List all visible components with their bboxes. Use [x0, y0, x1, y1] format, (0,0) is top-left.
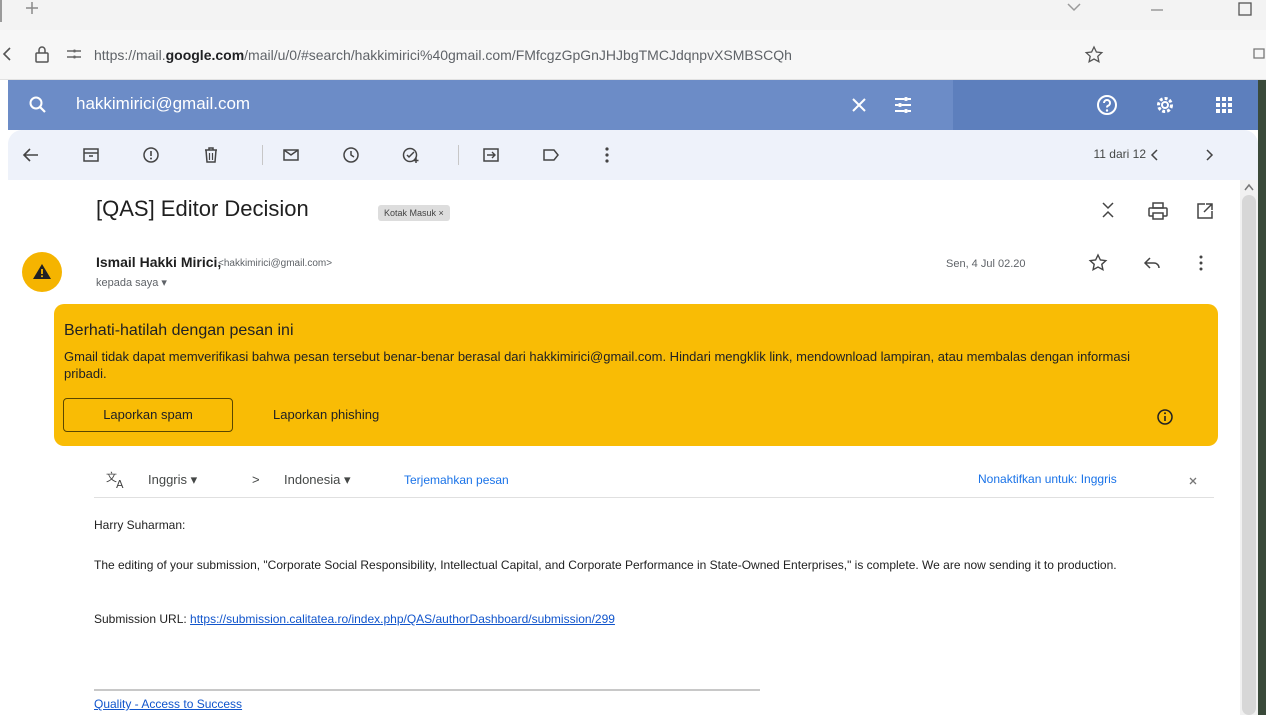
url-prefix: https://mail.	[94, 47, 166, 63]
message-more-icon[interactable]	[1196, 254, 1206, 272]
warning-triangle-icon	[32, 262, 52, 280]
maximize-icon[interactable]	[1238, 2, 1252, 16]
apps-grid-icon[interactable]	[1214, 95, 1234, 115]
inbox-label-chip[interactable]: Kotak Masuk ×	[378, 205, 450, 221]
filter-icon[interactable]	[892, 94, 914, 116]
url-field[interactable]: https://mail.google.com/mail/u/0/#search…	[94, 40, 1104, 70]
sender-name: Ismail Hakki Mirici,	[96, 254, 222, 270]
report-spam-icon[interactable]	[142, 146, 160, 164]
translate-arrow: >	[252, 472, 260, 487]
url-host: google.com	[165, 47, 245, 63]
translate-bar: 文A Inggris ▾ > Indonesia ▾ Terjemahkan p…	[94, 462, 1214, 498]
back-icon[interactable]	[0, 46, 14, 62]
delete-icon[interactable]	[202, 146, 220, 164]
clear-icon[interactable]	[850, 96, 868, 114]
add-task-icon[interactable]	[402, 146, 420, 164]
disable-translate-link[interactable]: Nonaktifkan untuk: Inggris	[978, 472, 1117, 486]
open-new-window-icon[interactable]	[1196, 202, 1214, 220]
window-edge	[1258, 80, 1266, 715]
sender-email: <hakkimirici@gmail.com>	[218, 258, 333, 269]
browser-tabstrip	[0, 0, 1266, 30]
extension-icon[interactable]	[1252, 45, 1266, 61]
back-arrow-icon[interactable]	[22, 146, 40, 164]
snooze-icon[interactable]	[342, 146, 360, 164]
email-subject: [QAS] Editor Decision	[96, 196, 309, 221]
message-count: 11 dari 12	[1093, 147, 1146, 161]
warning-text: Gmail tidak dapat memverifikasi bahwa pe…	[64, 349, 1130, 381]
report-spam-button[interactable]: Laporkan spam	[63, 398, 233, 432]
phishing-warning-banner: Berhati-hatilah dengan pesan ini Gmail t…	[54, 304, 1218, 446]
translate-message-link[interactable]: Terjemahkan pesan	[404, 473, 509, 487]
email-greeting: Harry Suharman:	[94, 518, 186, 532]
sender-avatar	[22, 252, 62, 292]
mark-unread-icon[interactable]	[282, 146, 300, 164]
submission-url-link[interactable]: https://submission.calitatea.ro/index.ph…	[190, 612, 615, 626]
prev-icon[interactable]	[1146, 146, 1164, 164]
label-icon[interactable]	[542, 146, 560, 164]
expand-all-icon[interactable]	[1100, 200, 1116, 220]
report-phishing-button[interactable]: Laporkan phishing	[273, 398, 379, 432]
svg-text:A: A	[116, 478, 124, 490]
scrollbar-thumb[interactable]	[1242, 195, 1256, 715]
archive-icon[interactable]	[82, 146, 100, 164]
email-paragraph: The editing of your submission, "Corpora…	[94, 558, 1117, 572]
close-translate-icon[interactable]	[1188, 476, 1198, 486]
message-toolbar: 11 dari 12	[8, 130, 1258, 180]
favorite-star-icon[interactable]	[1084, 45, 1104, 65]
info-icon[interactable]	[1156, 408, 1174, 426]
submission-url-label: Submission URL:	[94, 612, 187, 626]
address-bar: https://mail.google.com/mail/u/0/#search…	[0, 30, 1266, 80]
chevron-down-icon[interactable]	[1066, 2, 1082, 12]
plus-icon[interactable]	[24, 0, 40, 16]
email-date: Sen, 4 Jul 02.20	[946, 258, 1026, 270]
move-to-icon[interactable]	[482, 146, 500, 164]
star-icon[interactable]	[1088, 253, 1108, 273]
gmail-header: hakkimirici@gmail.com	[8, 80, 1258, 130]
search-input[interactable]: hakkimirici@gmail.com	[76, 94, 250, 114]
scroll-up-icon[interactable]	[1243, 182, 1255, 192]
translate-icon: 文A	[106, 470, 128, 490]
next-icon[interactable]	[1200, 146, 1218, 164]
signature-divider	[94, 689, 760, 691]
warning-title: Berhati-hatilah dengan pesan ini	[64, 322, 294, 339]
reply-icon[interactable]	[1142, 255, 1162, 271]
recipient-dropdown[interactable]: kepada saya ▾	[96, 276, 167, 289]
lock-icon[interactable]	[34, 45, 50, 63]
search-icon[interactable]	[28, 95, 48, 115]
journal-link[interactable]: Quality - Access to Success	[94, 697, 242, 711]
site-settings-icon[interactable]	[66, 48, 82, 60]
toolbar-divider	[458, 145, 459, 165]
help-icon[interactable]	[1096, 94, 1118, 116]
minimize-icon[interactable]	[1150, 8, 1164, 12]
submission-url-line: Submission URL: https://submission.calit…	[94, 611, 615, 627]
more-vert-icon[interactable]	[598, 146, 616, 164]
settings-icon[interactable]	[1154, 94, 1176, 116]
source-language-select[interactable]: Inggris ▾	[148, 472, 197, 488]
search-box[interactable]: hakkimirici@gmail.com	[8, 80, 953, 130]
target-language-select[interactable]: Indonesia ▾	[284, 472, 351, 488]
tab-divider	[0, 0, 2, 22]
url-path: /mail/u/0/#search/hakkimirici%40gmail.co…	[244, 47, 792, 63]
toolbar-divider	[262, 145, 263, 165]
print-icon[interactable]	[1148, 202, 1168, 220]
